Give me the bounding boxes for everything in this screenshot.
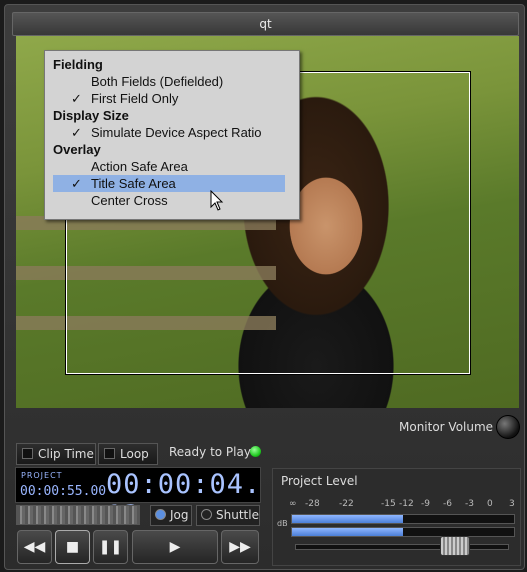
project-duration: 00:00:55.00 <box>20 484 107 499</box>
status-text: Ready to Play <box>169 445 251 459</box>
scale-tick-label: -3 <box>465 499 474 509</box>
loop-toggle[interactable]: Loop <box>98 443 158 465</box>
play-button[interactable]: ▶ <box>132 530 218 564</box>
clip-time-toggle[interactable]: Clip Time <box>16 443 96 465</box>
checkbox-icon <box>104 448 115 459</box>
radio-unselected-icon <box>201 509 212 520</box>
radio-selected-icon <box>155 509 166 520</box>
timecode-display: PROJECT 00:00:55.00 00:00:04. 13 <box>15 467 261 531</box>
menu-item-simulate-aspect[interactable]: Simulate Device Aspect Ratio <box>91 124 262 141</box>
loop-label: Loop <box>120 447 149 461</box>
scale-tick-label: -15 <box>381 499 396 509</box>
scale-tick-label: 3 <box>509 499 515 509</box>
db-label: dB <box>277 519 288 528</box>
clip-time-label: Clip Time <box>38 447 94 461</box>
level-fader-thumb[interactable] <box>440 536 470 556</box>
stop-button[interactable]: ■ <box>55 530 90 564</box>
menu-item-first-field-only[interactable]: First Field Only <box>91 90 178 107</box>
project-level-title: Project Level <box>281 474 358 488</box>
monitor-volume-label: Monitor Volume <box>399 420 494 434</box>
shuttle-label: Shuttle <box>216 508 259 522</box>
jog-label: Jog <box>170 508 189 522</box>
meter-fill <box>292 515 403 523</box>
level-fader-track[interactable] <box>295 544 509 550</box>
shuttle-radio[interactable]: Shuttle <box>196 505 260 526</box>
fast-forward-button[interactable]: ▶▶ <box>221 530 259 564</box>
scale-tick-label: -28 <box>305 499 320 509</box>
jog-radio[interactable]: Jog <box>150 505 192 526</box>
scale-tick-label: -22 <box>339 499 354 509</box>
jog-wheel[interactable] <box>16 505 140 525</box>
monitor-volume-knob[interactable] <box>496 415 520 439</box>
checkbox-icon <box>22 448 33 459</box>
project-level-panel: Project Level ∞ -28 -22 -15 -12 -9 -6 -3 0 3 dB <box>272 468 521 566</box>
project-label: PROJECT <box>21 471 63 480</box>
scale-tick-label: 0 <box>487 499 493 509</box>
menu-item-action-safe[interactable]: Action Safe Area <box>91 158 188 175</box>
scale-tick-label: -12 <box>399 499 414 509</box>
level-meter-left <box>291 514 515 524</box>
check-icon: ✓ <box>71 91 82 106</box>
rewind-button[interactable]: ◀◀ <box>17 530 52 564</box>
pause-button[interactable]: ❚❚ <box>93 530 128 564</box>
window-title: qt <box>12 12 519 36</box>
status-led-icon <box>250 446 261 457</box>
scale-tick-label: ∞ <box>289 499 297 509</box>
menu-item-both-fields[interactable]: Both Fields (Defielded) <box>91 73 223 90</box>
scale-tick-label: -6 <box>443 499 452 509</box>
menu-header-display-size: Display Size <box>53 108 129 123</box>
check-icon: ✓ <box>71 125 82 140</box>
level-meter-right <box>291 527 515 537</box>
scale-tick-label: -9 <box>421 499 430 509</box>
check-icon: ✓ <box>71 176 82 191</box>
menu-item-center-cross[interactable]: Center Cross <box>91 192 168 209</box>
menu-header-overlay: Overlay <box>53 142 101 157</box>
meter-fill <box>292 528 403 536</box>
menu-header-fielding: Fielding <box>53 57 103 72</box>
mouse-cursor-icon <box>210 190 224 211</box>
menu-item-title-safe[interactable]: Title Safe Area <box>91 175 176 192</box>
overlay-context-menu: Fielding Both Fields (Defielded) ✓ First… <box>44 50 300 220</box>
